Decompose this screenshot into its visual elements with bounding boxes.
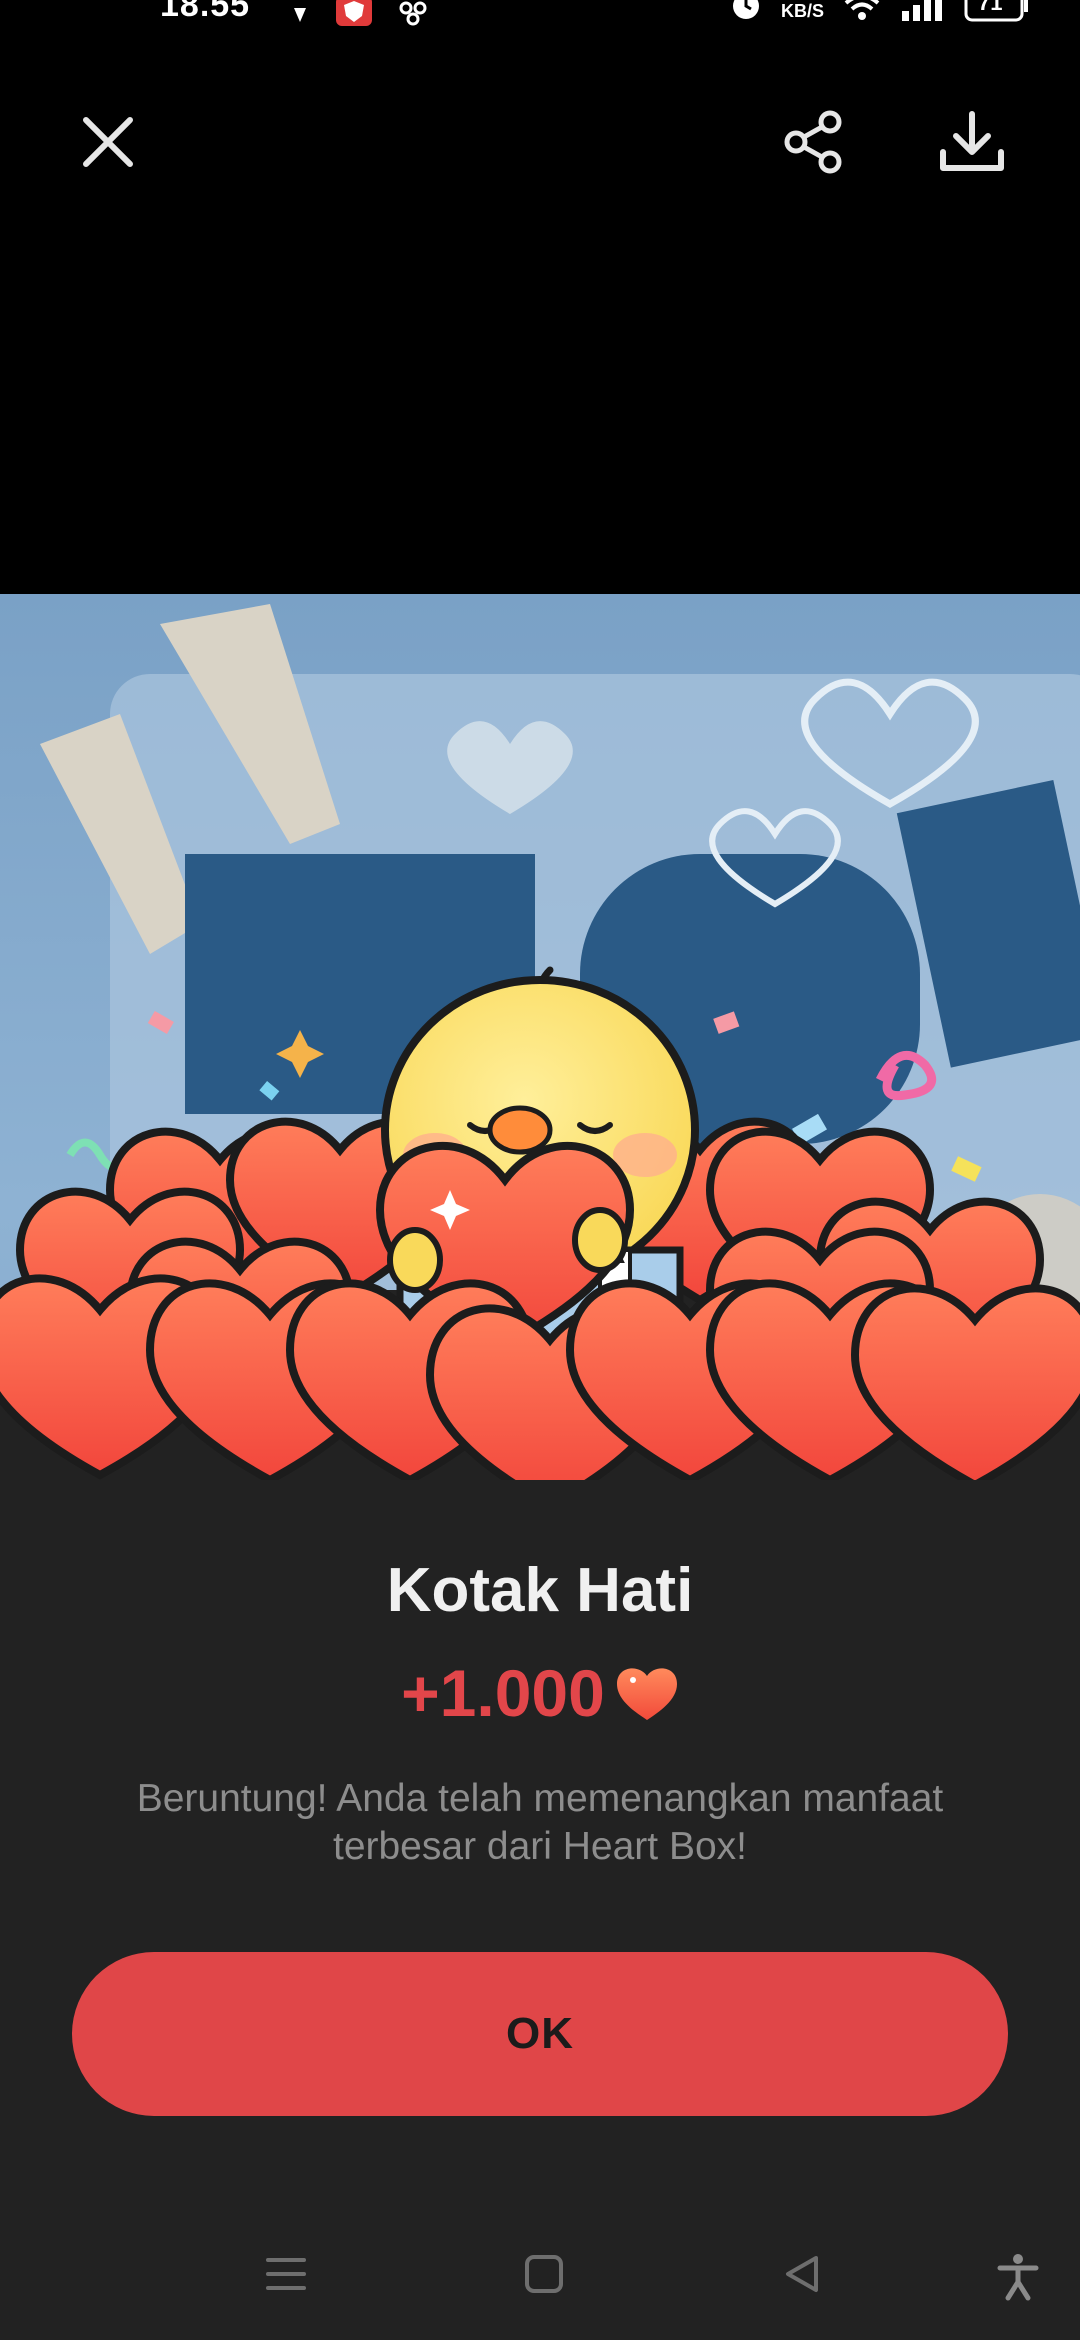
share-icon <box>784 110 842 174</box>
accessibility-icon <box>997 2254 1039 2301</box>
dialog-description: Beruntung! Anda telah memenangkan manfaa… <box>136 1777 944 1868</box>
cell-signal-icon <box>900 0 944 30</box>
battery-icon: 71 <box>964 0 1030 31</box>
heart-icon <box>616 1668 677 1720</box>
alarm-icon <box>731 0 761 30</box>
home-button[interactable] <box>522 2252 566 2301</box>
download-button[interactable] <box>930 102 1014 182</box>
close-icon <box>83 117 133 167</box>
dialog-title: Kotak Hati <box>386 1556 694 1625</box>
menu-icon <box>266 2258 306 2290</box>
heart-box-illustration <box>0 960 1080 1510</box>
home-square-icon <box>525 2255 563 2293</box>
wifi-icon <box>844 0 880 30</box>
status-bar: 18.55 KB/S 71 <box>0 0 1080 46</box>
shield-app-icon <box>336 0 372 35</box>
menu-button[interactable] <box>262 2252 310 2301</box>
viewer-toolbar <box>0 46 1080 174</box>
close-button[interactable] <box>70 104 146 180</box>
ok-button[interactable]: OK <box>72 1952 1008 2116</box>
back-button[interactable] <box>780 2252 824 2301</box>
status-time: 18.55 <box>160 0 251 24</box>
system-nav-bar <box>0 2220 1080 2340</box>
reward-row: +1.000 <box>0 1655 1080 1731</box>
connected-dots-icon <box>398 0 428 35</box>
reward-amount: +1.000 <box>401 1656 605 1730</box>
network-speed-unit: KB/S <box>780 0 824 21</box>
status-right-icons: KB/S 71 <box>731 0 1030 31</box>
status-left-icons <box>290 0 428 35</box>
battery-level: 71 <box>978 0 1003 15</box>
download-icon <box>940 111 1004 171</box>
share-button[interactable] <box>774 102 854 182</box>
signal-arrow-icon <box>290 0 310 35</box>
accessibility-button[interactable] <box>996 2252 1040 2307</box>
back-triangle-icon <box>786 2256 818 2292</box>
